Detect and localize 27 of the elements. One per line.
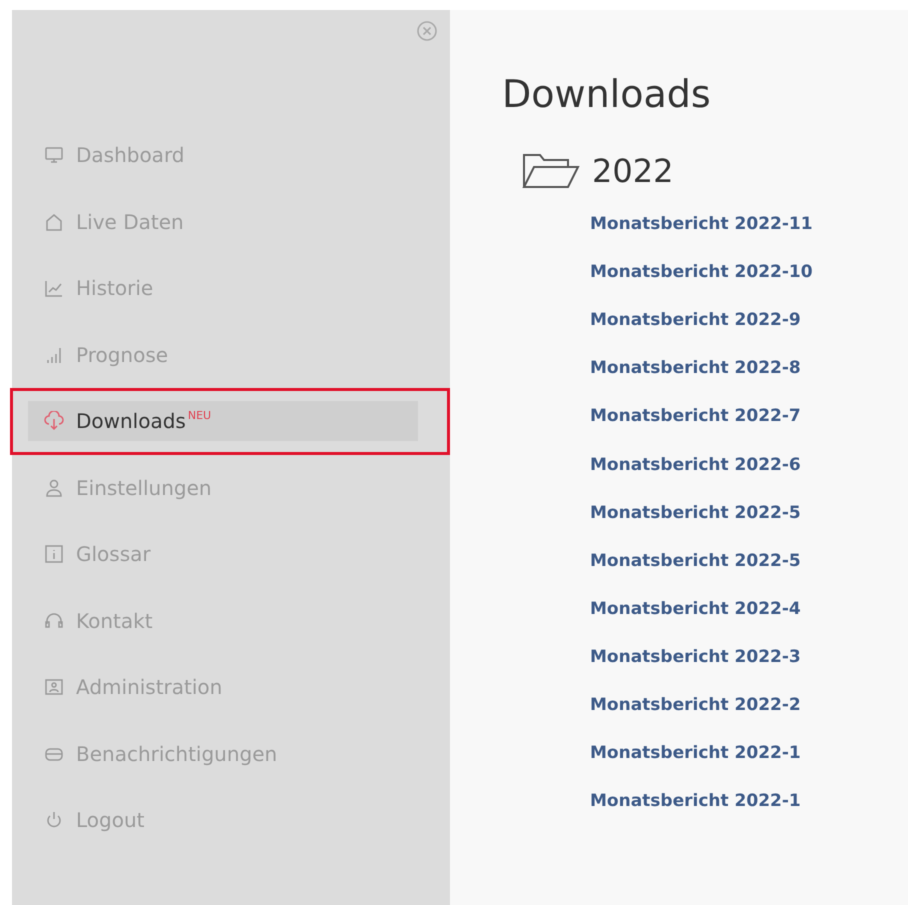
cloud-download-icon [44, 411, 64, 432]
file-link[interactable]: Monatsbericht 2022-3 [590, 632, 801, 681]
folder-icon [522, 153, 580, 189]
file-link[interactable]: Monatsbericht 2022-4 [590, 584, 801, 633]
sidebar-item[interactable]: Downloads$^{NEU}$ [28, 401, 418, 442]
file-link[interactable]: Monatsbericht 2022-9 [590, 296, 801, 344]
file-link[interactable]: Monatsbericht 2022-5 [590, 488, 801, 537]
file-link[interactable]: Monatsbericht 2022-11 [590, 200, 813, 248]
file-link[interactable]: Monatsbericht 2022-7 [590, 392, 801, 440]
close-icon[interactable] [416, 20, 438, 42]
house-icon [44, 212, 64, 232]
file-link[interactable]: Monatsbericht 2022-1 [590, 729, 801, 778]
headset-icon [44, 610, 64, 631]
info-icon [44, 544, 64, 564]
file-link[interactable]: Monatsbericht 2022-2 [590, 680, 801, 730]
page-title: Downloads [502, 72, 712, 116]
file-link[interactable]: Monatsbericht 2022-8 [590, 344, 801, 392]
person-icon [44, 478, 64, 498]
file-link[interactable]: Monatsbericht 2022-6 [590, 440, 801, 489]
file-link[interactable]: Monatsbericht 2022-5 [590, 536, 801, 585]
monitor-icon [44, 145, 64, 166]
chart-icon [44, 278, 64, 298]
folder-name: 2022 [592, 152, 674, 190]
file-link[interactable]: Monatsbericht 2022-10 [590, 248, 813, 296]
new-label: NEU [188, 409, 212, 422]
admin-icon [44, 677, 64, 698]
file-link[interactable]: Monatsbericht 2022-1 [590, 777, 801, 826]
